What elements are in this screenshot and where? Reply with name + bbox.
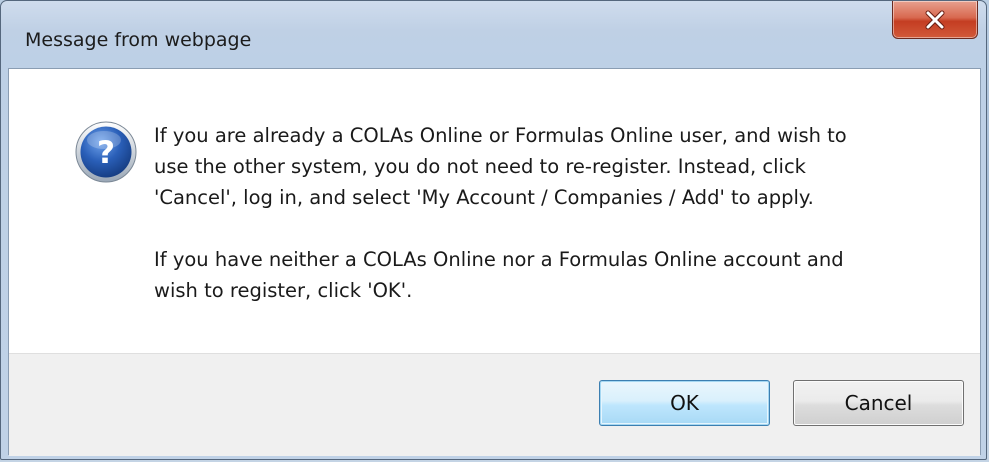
dialog-title: Message from webpage	[25, 29, 252, 51]
message-dialog: Message from webpage ? If you are alread…	[0, 0, 987, 460]
question-icon: ?	[75, 121, 137, 183]
message-area: ? If you are already a COLAs Online or F…	[9, 69, 980, 353]
title-bar[interactable]: Message from webpage	[1, 1, 986, 67]
svg-text:?: ?	[97, 135, 115, 171]
dialog-body: ? If you are already a COLAs Online or F…	[8, 68, 981, 456]
message-paragraph-1: If you are already a COLAs Online or For…	[154, 124, 847, 209]
message-paragraph-2: If you have neither a COLAs Online nor a…	[154, 248, 844, 302]
close-button[interactable]	[892, 1, 978, 39]
close-icon	[925, 10, 945, 29]
button-bar: OK Cancel	[9, 353, 980, 456]
cancel-button[interactable]: Cancel	[793, 380, 964, 426]
ok-button[interactable]: OK	[599, 380, 770, 426]
message-text: If you are already a COLAs Online or For…	[154, 120, 954, 306]
